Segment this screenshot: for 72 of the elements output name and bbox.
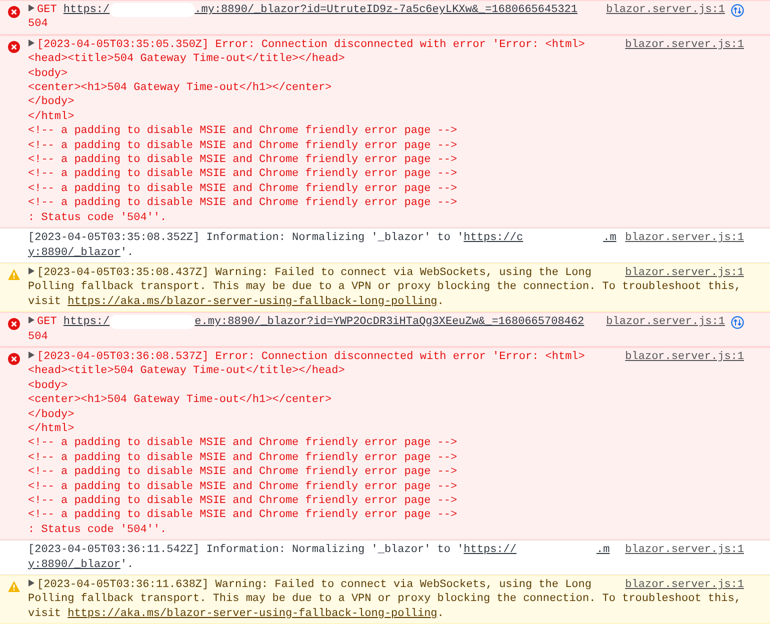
normalized-url-link[interactable]: https://c .m: [464, 232, 616, 244]
request-method: GET: [37, 4, 57, 16]
error-message-line: [2023-04-05T03:36:08.537Z] Error: Connection disconnected with error 'Error: <html>: [37, 350, 585, 363]
warning-message-line: visit: [28, 296, 62, 308]
request-url-link[interactable]: https:/ e.my:8890/_blazor?id=YWP2OcDR3iHTaQg3XEeuZw&_=1680665708462: [63, 316, 584, 328]
expand-caret-icon[interactable]: [28, 350, 35, 359]
error-message-line: </body>: [28, 408, 74, 421]
expand-caret-icon[interactable]: [28, 579, 35, 588]
status-code: 504: [28, 330, 49, 344]
source-link[interactable]: blazor.server.js:1: [625, 266, 744, 280]
error-message-line: <!-- a padding to disable MSIE and Chrome friendly error page -->: [28, 125, 458, 138]
error-message-line: : Status code '504''.: [28, 212, 167, 224]
warning-message-line: visit: [28, 608, 62, 620]
source-link[interactable]: blazor.server.js:1: [625, 231, 744, 246]
source-link[interactable]: blazor.server.js:1: [625, 350, 744, 364]
warning-message-line: Polling fallback transport. This may be due to a VPN or proxy blocking the connection. To troubleshoot this,: [28, 593, 741, 606]
source-link[interactable]: blazor.server.js:1: [606, 315, 725, 330]
info-message-text: '.: [120, 246, 134, 258]
refresh-icon[interactable]: [731, 316, 744, 330]
info-message-text: [2023-04-05T03:35:08.352Z] Information: Normalizing '_blazor' to ': [28, 232, 464, 244]
error-message-line: <!-- a padding to disable MSIE and Chrome friendly error page -->: [28, 154, 458, 166]
warning-message-line: .: [437, 608, 444, 620]
error-message-line: : Status code '504''.: [28, 524, 167, 536]
troubleshoot-link[interactable]: https://aka.ms/blazor-server-using-fallback-long-polling: [68, 608, 438, 620]
source-link[interactable]: blazor.server.js:1: [625, 578, 744, 592]
expand-caret-icon[interactable]: [28, 38, 35, 47]
expand-caret-icon[interactable]: [28, 266, 35, 275]
error-message-line: [2023-04-05T03:35:05.350Z] Error: Connection disconnected with error 'Error: <html>: [37, 38, 585, 51]
error-message-line: <!-- a padding to disable MSIE and Chrome friendly error page -->: [28, 480, 458, 493]
normalized-url-link[interactable]: y:8890/_blazor: [28, 558, 120, 571]
troubleshoot-link[interactable]: https://aka.ms/blazor-server-using-fallback-long-polling: [68, 296, 438, 308]
error-icon: [8, 40, 20, 53]
request-url-link[interactable]: https:/ .my:8890/_blazor?id=UtruteID9z-7a5c6eyLKXw&_=1680665645321: [63, 4, 578, 16]
error-message-line: <body>: [28, 380, 68, 392]
status-code: 504: [28, 17, 49, 32]
source-link[interactable]: blazor.server.js:1: [625, 38, 744, 52]
error-message-line: <!-- a padding to disable MSIE and Chrome friendly error page -->: [28, 495, 458, 507]
error-icon: [8, 352, 20, 365]
request-method: GET: [37, 316, 57, 328]
error-message-line: <head><title>504 Gateway Time-out</title></head>: [28, 365, 345, 378]
error-icon: [8, 6, 20, 18]
error-message-line: </html>: [28, 422, 74, 435]
source-link[interactable]: blazor.server.js:1: [606, 3, 725, 18]
warning-message-line: .: [437, 296, 444, 308]
warning-icon: [8, 268, 20, 280]
normalized-url-link[interactable]: y:8890/_blazor: [28, 246, 120, 258]
error-message-line: <head><title>504 Gateway Time-out</title></head>: [28, 53, 345, 66]
error-message-line: <body>: [28, 68, 68, 80]
warning-message-line: Polling fallback transport. This may be due to a VPN or proxy blocking the connection. To troubleshoot this,: [28, 281, 741, 294]
error-message-line: </html>: [28, 110, 74, 123]
error-message-line: <!-- a padding to disable MSIE and Chrome friendly error page -->: [28, 509, 458, 522]
error-message-line: <!-- a padding to disable MSIE and Chrome friendly error page -->: [28, 452, 458, 464]
error-message-line: <!-- a padding to disable MSIE and Chrome friendly error page -->: [28, 168, 458, 180]
source-link[interactable]: blazor.server.js:1: [625, 543, 744, 558]
error-message-line: <!-- a padding to disable MSIE and Chrome friendly error page -->: [28, 182, 458, 195]
warning-message-line: [2023-04-05T03:35:08.437Z] Warning: Failed to connect via WebSockets, using the Long: [37, 266, 592, 279]
error-message-line: <!-- a padding to disable MSIE and Chrome friendly error page -->: [28, 140, 458, 152]
warning-message-line: [2023-04-05T03:36:11.638Z] Warning: Failed to connect via WebSockets, using the Long: [37, 579, 592, 592]
refresh-icon[interactable]: [731, 4, 744, 17]
info-message-text: '.: [120, 558, 134, 571]
warning-icon: [8, 581, 20, 592]
error-icon: [8, 318, 20, 330]
error-message-line: <!-- a padding to disable MSIE and Chrome friendly error page -->: [28, 437, 458, 450]
info-message-text: [2023-04-05T03:36:11.542Z] Information: Normalizing '_blazor' to ': [28, 544, 464, 556]
error-message-line: <center><h1>504 Gateway Time-out</h1></center>: [28, 394, 332, 406]
error-message-line: <center><h1>504 Gateway Time-out</h1></center>: [28, 82, 332, 94]
expand-caret-icon[interactable]: [28, 316, 35, 324]
expand-caret-icon[interactable]: [28, 4, 35, 12]
error-message-line: <!-- a padding to disable MSIE and Chrome friendly error page -->: [28, 197, 458, 210]
error-message-line: </body>: [28, 96, 74, 108]
error-message-line: <!-- a padding to disable MSIE and Chrome friendly error page -->: [28, 466, 458, 478]
normalized-url-link[interactable]: https:// .m: [464, 544, 610, 556]
